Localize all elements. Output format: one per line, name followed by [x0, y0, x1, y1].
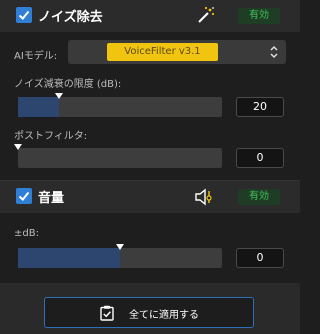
checkmark-icon: [18, 191, 30, 201]
speaker-icon[interactable]: [194, 187, 214, 207]
magic-wand-icon[interactable]: [196, 5, 216, 25]
clipboard-check-icon: [100, 305, 114, 321]
volume-db-value[interactable]: 0: [236, 248, 284, 268]
post-filter-value[interactable]: 0: [236, 148, 284, 168]
ai-model-label: AIモデル:: [14, 51, 58, 62]
checkmark-icon: [18, 10, 30, 20]
noise-enable-checkbox[interactable]: [16, 7, 32, 23]
chevron-updown-icon: [270, 45, 278, 59]
volume-db-label: ±dB:: [14, 228, 39, 239]
noise-limit-slider-fill: [18, 97, 59, 117]
volume-db-slider-fill: [18, 248, 120, 268]
volume-section-title: 音量: [38, 191, 65, 206]
volume-db-slider[interactable]: [18, 244, 222, 268]
post-filter-slider[interactable]: [14, 144, 222, 168]
volume-enable-checkbox[interactable]: [16, 188, 32, 204]
noise-section-title: ノイズ除去: [38, 10, 103, 25]
noise-limit-slider-thumb[interactable]: [55, 93, 63, 99]
ai-model-select[interactable]: VoiceFilter v3.1: [68, 40, 286, 64]
volume-status-badge: 有効: [238, 189, 280, 205]
noise-limit-value[interactable]: 20: [236, 97, 284, 117]
noise-status-badge: 有効: [238, 8, 280, 24]
ai-model-value: VoiceFilter v3.1: [107, 43, 218, 61]
post-filter-label: ポストフィルタ:: [14, 131, 88, 142]
volume-section-header: 音量 有効: [0, 181, 300, 213]
noise-limit-slider[interactable]: [18, 93, 222, 117]
volume-db-slider-thumb[interactable]: [116, 244, 124, 250]
apply-all-button[interactable]: 全てに適用する: [44, 297, 254, 328]
post-filter-slider-thumb[interactable]: [14, 144, 22, 150]
noise-section-header: ノイズ除去 有効: [0, 0, 300, 32]
apply-all-label: 全てに適用する: [129, 310, 199, 321]
noise-limit-label: ノイズ減衰の限度 (dB):: [14, 79, 122, 90]
